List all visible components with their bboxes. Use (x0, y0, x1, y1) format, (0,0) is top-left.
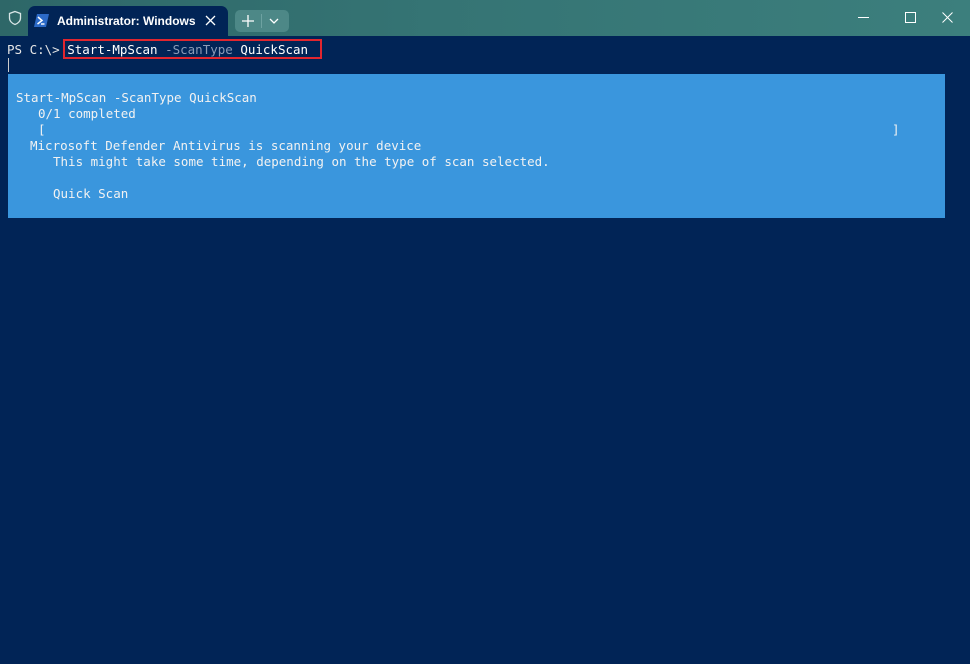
progress-status-detail: This might take some time, depending on … (53, 154, 550, 169)
prompt: PS C:\> (7, 42, 68, 57)
minimize-button[interactable] (840, 0, 886, 36)
progress-bar-close: ] (892, 122, 900, 137)
close-icon[interactable] (205, 15, 216, 26)
close-window-button[interactable] (924, 0, 970, 36)
progress-bar-open: [ (38, 122, 46, 137)
tab-powershell[interactable]: Administrator: Windows PowerShell (28, 6, 228, 36)
minimize-icon (858, 17, 869, 18)
progress-completed: 0/1 completed (38, 106, 136, 121)
tab-title: Administrator: Windows PowerShell (57, 14, 197, 28)
progress-current-operation: Quick Scan (53, 186, 129, 201)
progress-activity: Start-MpScan -ScanType QuickScan (16, 90, 257, 105)
maximize-icon (905, 12, 916, 23)
plus-icon[interactable] (242, 15, 254, 27)
shield-icon (8, 10, 22, 26)
terminal-pane[interactable]: PS C:\> Start-MpScan -ScanType QuickScan… (0, 36, 970, 664)
command-highlight-box (63, 39, 322, 59)
chevron-down-icon[interactable] (269, 17, 279, 25)
text-cursor (8, 58, 9, 72)
new-tab-button[interactable] (235, 10, 289, 32)
window-close-icon (942, 12, 953, 23)
new-tab-separator (261, 14, 262, 28)
powershell-icon (34, 14, 49, 27)
title-bar: Administrator: Windows PowerShell (0, 0, 970, 36)
progress-status-title: Microsoft Defender Antivirus is scanning… (30, 138, 422, 153)
progress-panel: Start-MpScan -ScanType QuickScan 0/1 com… (8, 74, 945, 218)
